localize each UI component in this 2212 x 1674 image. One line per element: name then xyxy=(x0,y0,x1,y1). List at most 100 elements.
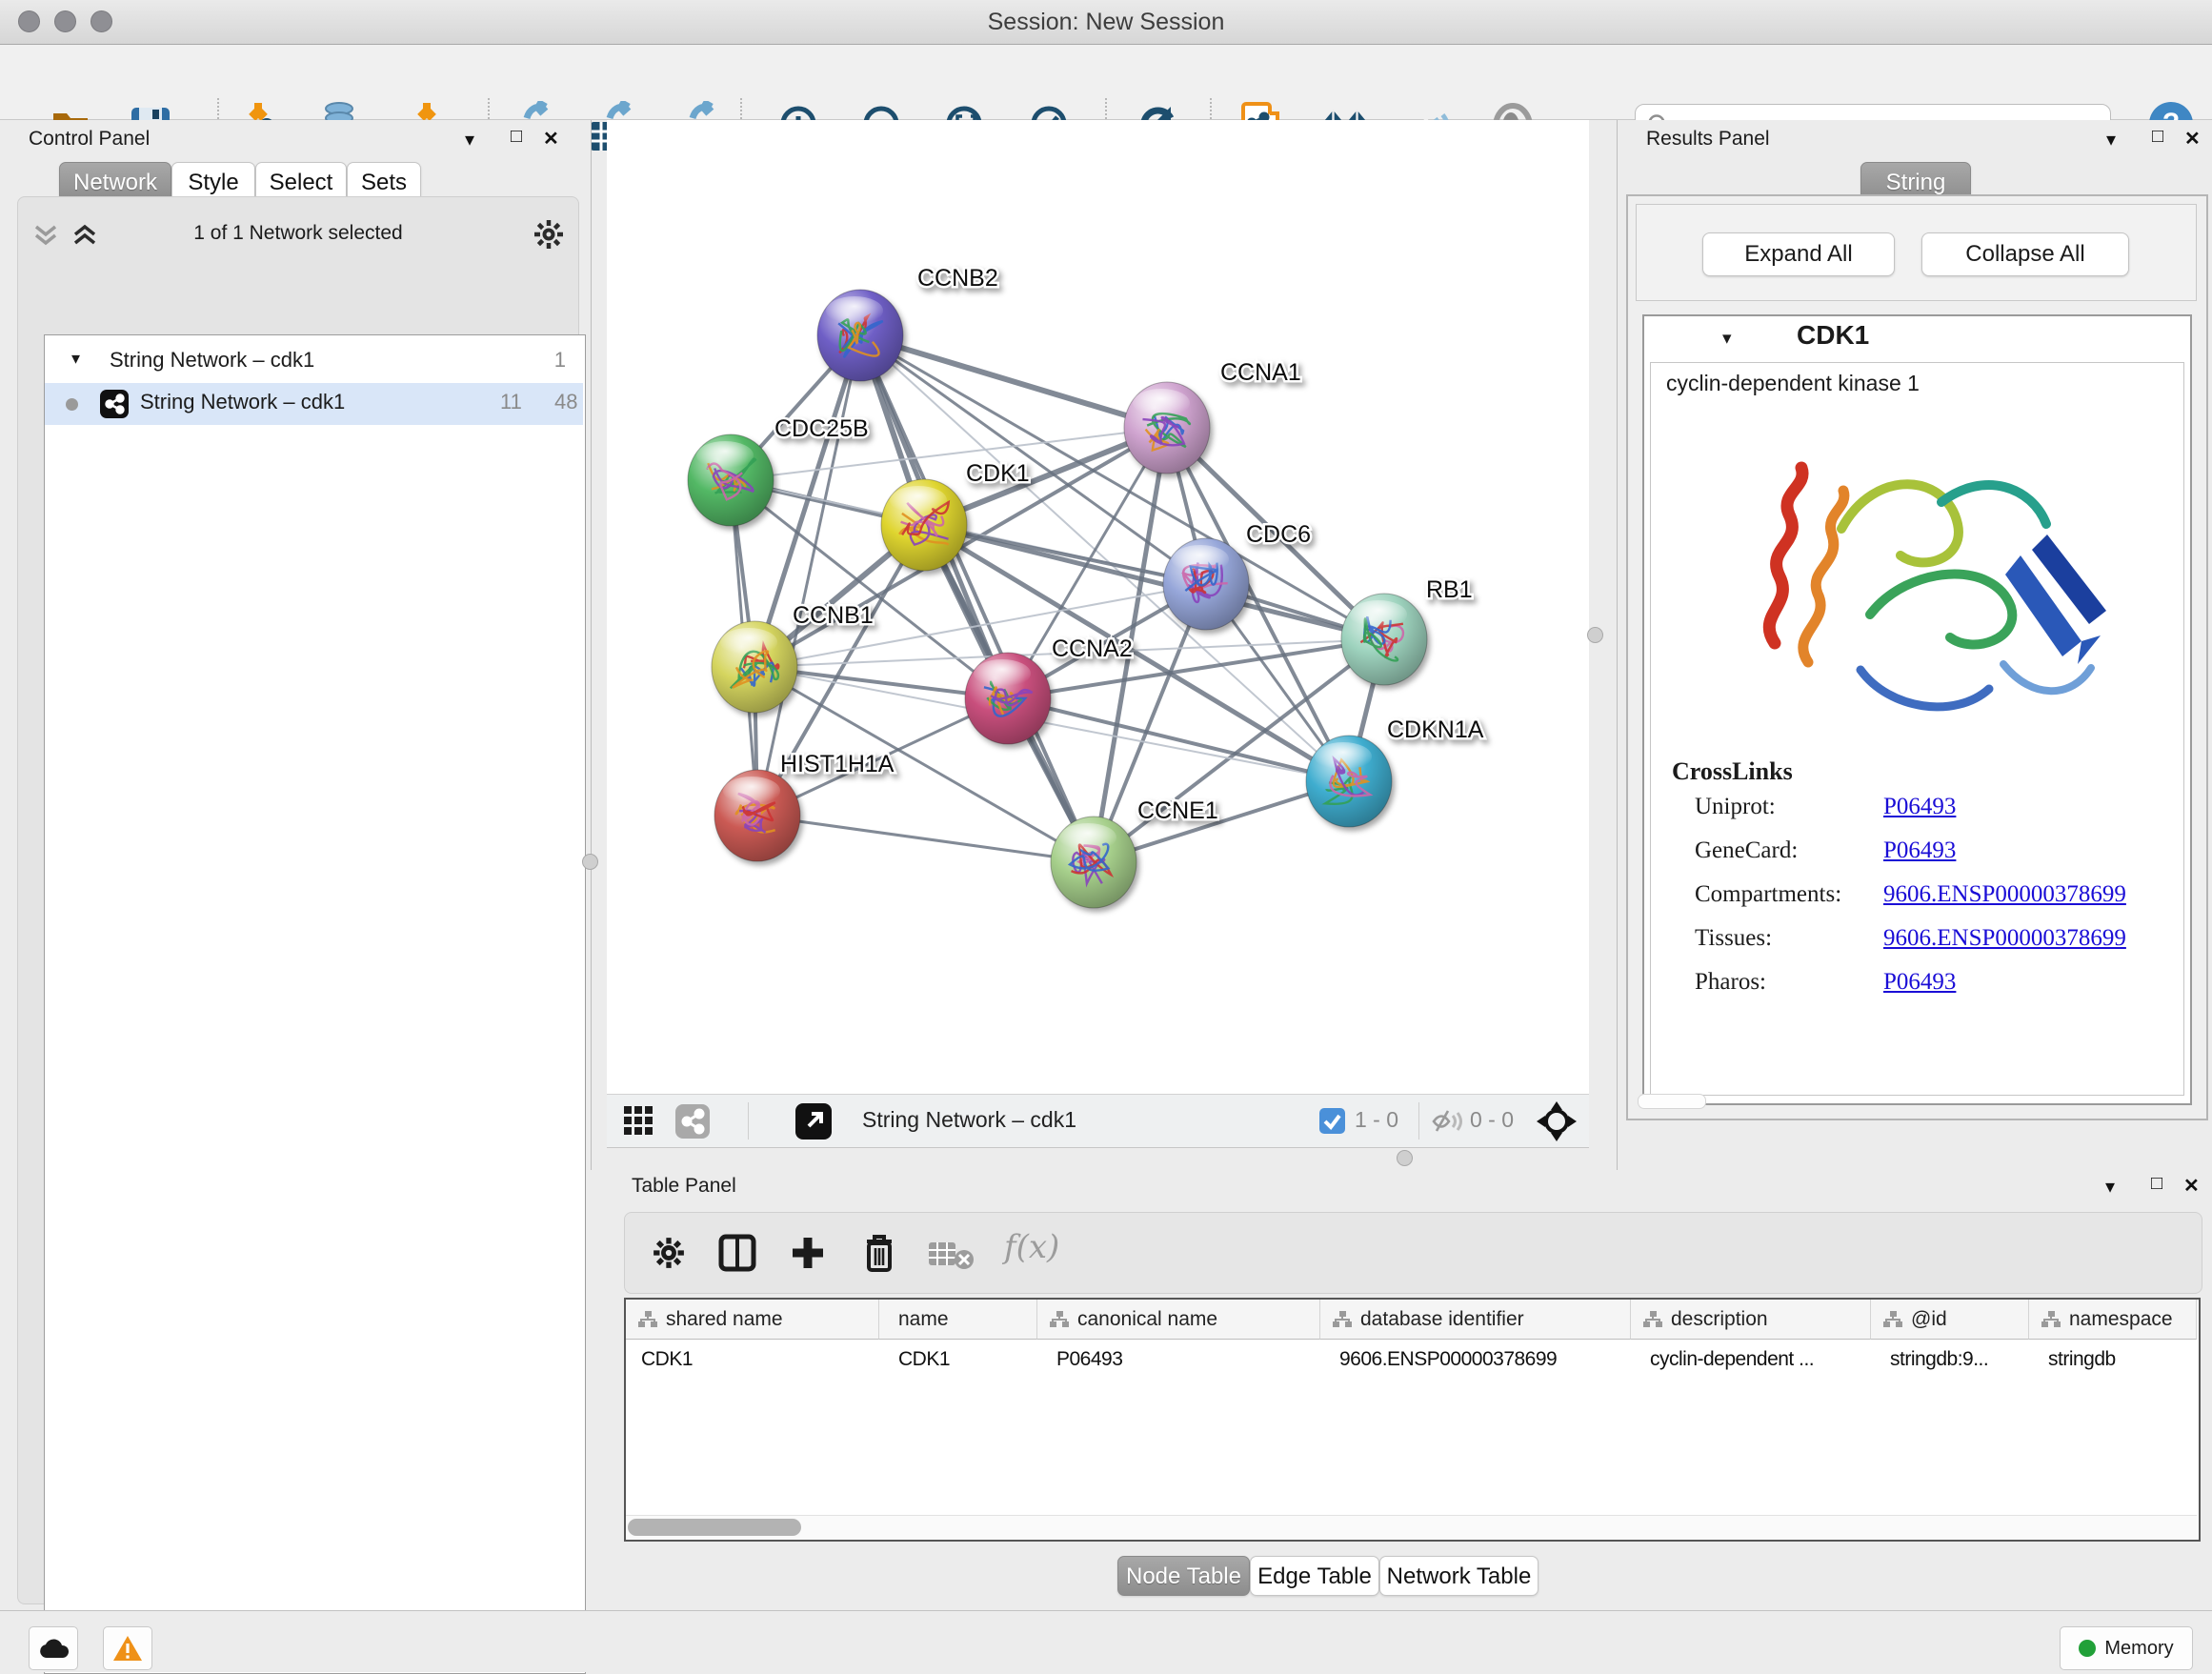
network-node-count: 11 xyxy=(500,390,522,414)
selected-checkbox-icon[interactable] xyxy=(1319,1108,1345,1134)
column-header-label: shared name xyxy=(666,1308,783,1331)
column-header-database-identifier[interactable]: database identifier xyxy=(1320,1300,1631,1340)
column-header-description[interactable]: description xyxy=(1631,1300,1871,1340)
node-label: CDK1 xyxy=(966,460,1030,487)
results-panel-title: Results Panel xyxy=(1646,128,1770,151)
column-header--id[interactable]: @id xyxy=(1871,1300,2029,1340)
node-label: CDC25B xyxy=(774,415,869,442)
share-view-icon[interactable] xyxy=(675,1104,710,1139)
column-header-label: description xyxy=(1671,1308,1768,1331)
protein-collapse-icon[interactable]: ▾ xyxy=(1722,328,1732,350)
create-column-plus-icon[interactable] xyxy=(789,1234,827,1272)
network-graph[interactable]: CCNB2CCNA1CDC25BCDK1CDC6RB1CCNB1CCNA2CDK… xyxy=(607,120,1589,1094)
table-cell[interactable]: CDK1 xyxy=(626,1340,879,1380)
column-header-canonical-name[interactable]: canonical name xyxy=(1037,1300,1320,1340)
column-header-label: name xyxy=(898,1308,949,1331)
column-flowchart-icon xyxy=(2041,1310,2061,1329)
results-panel-close-icon[interactable]: ✕ xyxy=(2184,127,2201,151)
left-splitter-handle[interactable] xyxy=(582,854,598,870)
horizontal-splitter-handle[interactable] xyxy=(1397,1150,1413,1166)
control-panel-menu-icon[interactable]: ▾ xyxy=(465,128,474,151)
crosslink-value-link[interactable]: P06493 xyxy=(1883,969,1956,996)
node-label: CCNA1 xyxy=(1220,359,1301,386)
control-panel-float-icon[interactable]: □ xyxy=(511,126,522,148)
birds-eye-view-icon[interactable] xyxy=(624,1106,654,1137)
table-panel-title: Table Panel xyxy=(632,1175,736,1198)
protein-card: ▾ CDK1 cyclin-dependent kinase 1 xyxy=(1642,314,2192,1105)
string-results-box: Expand All Collapse All ▾ CDK1 cyclin-de… xyxy=(1626,194,2208,1120)
function-builder-button[interactable]: f(x) xyxy=(1004,1228,1059,1266)
node-label: CCNB1 xyxy=(793,602,874,629)
table-cell[interactable]: stringdb xyxy=(2029,1340,2197,1380)
current-network-dot-icon xyxy=(66,398,78,411)
crosslink-value-link[interactable]: 9606.ENSP00000378699 xyxy=(1883,925,2126,952)
crosslink-label: GeneCard: xyxy=(1695,837,1798,864)
toolbar-separator xyxy=(748,1102,749,1140)
tab-network-table[interactable]: Network Table xyxy=(1379,1556,1538,1596)
table-scrollbar-thumb[interactable] xyxy=(628,1519,801,1536)
network-node-cdc25b[interactable]: CDC25B xyxy=(688,415,869,526)
results-panel-menu-icon[interactable]: ▾ xyxy=(2106,128,2116,151)
node-table[interactable]: shared name name canonical namedatabase id… xyxy=(624,1298,2201,1542)
tree-expand-icon[interactable]: ▾ xyxy=(71,349,80,369)
network-node-rb1[interactable]: RB1 xyxy=(1341,576,1473,685)
table-panel-close-icon[interactable]: ✕ xyxy=(2183,1174,2200,1198)
expand-all-button[interactable]: Expand All xyxy=(1702,232,1895,276)
network-node-cdk1[interactable]: CDK1 xyxy=(881,460,1030,571)
results-panel-float-icon[interactable]: □ xyxy=(2152,126,2163,148)
tab-node-table[interactable]: Node Table xyxy=(1117,1556,1250,1596)
node-label: CCNA2 xyxy=(1052,635,1133,662)
table-cell[interactable]: cyclin-dependent ... xyxy=(1631,1340,1871,1380)
table-settings-gear-icon[interactable] xyxy=(652,1236,686,1270)
crosslink-value-link[interactable]: P06493 xyxy=(1883,794,1956,820)
column-header-namespace[interactable]: namespace xyxy=(2029,1300,2197,1340)
network-collection-row[interactable]: ▾ String Network – cdk1 1 xyxy=(45,341,583,383)
delete-table-icon[interactable] xyxy=(928,1240,974,1270)
network-list: ▾ String Network – cdk1 1 String Network… xyxy=(44,334,586,1674)
node-label: CCNE1 xyxy=(1137,797,1218,824)
network-node-cdkn1a[interactable]: CDKN1A xyxy=(1306,716,1484,827)
network-row-selected[interactable]: String Network – cdk1 11 48 xyxy=(45,383,583,425)
network-canvas[interactable]: CCNB2CCNA1CDC25BCDK1CDC6RB1CCNB1CCNA2CDK… xyxy=(607,120,1589,1094)
node-label: CDKN1A xyxy=(1387,716,1484,743)
table-panel-menu-icon[interactable]: ▾ xyxy=(2105,1175,2115,1199)
column-header-label: namespace xyxy=(2069,1308,2173,1331)
network-edge-count: 48 xyxy=(554,390,577,414)
right-splitter-handle[interactable] xyxy=(1587,627,1603,643)
selected-count: 1 - 0 xyxy=(1355,1107,1398,1133)
cloud-button[interactable] xyxy=(29,1626,78,1670)
column-header-shared-name[interactable]: shared name xyxy=(626,1300,879,1340)
crosslink-value-link[interactable]: 9606.ENSP00000378699 xyxy=(1883,881,2126,908)
table-panel-float-icon[interactable]: □ xyxy=(2151,1173,2162,1195)
gear-icon[interactable] xyxy=(533,218,565,251)
memory-button[interactable]: Memory xyxy=(2060,1626,2193,1670)
warning-icon xyxy=(112,1635,143,1662)
table-cell[interactable]: P06493 xyxy=(1037,1340,1320,1380)
open-in-new-window-icon[interactable] xyxy=(795,1103,832,1140)
network-node-ccna1[interactable]: CCNA1 xyxy=(1124,359,1301,474)
status-bar: Memory xyxy=(0,1610,2212,1672)
table-cell[interactable]: CDK1 xyxy=(879,1340,1037,1380)
table-cell[interactable]: 9606.ENSP00000378699 xyxy=(1320,1340,1631,1380)
column-header-name[interactable]: name xyxy=(879,1300,1037,1340)
cloud-icon xyxy=(38,1638,69,1659)
warnings-button[interactable] xyxy=(103,1626,152,1670)
table-cell[interactable]: stringdb:9... xyxy=(1871,1340,2029,1380)
results-scrollbar-thumb[interactable] xyxy=(1638,1094,1706,1109)
network-node-ccne1[interactable]: CCNE1 xyxy=(1051,797,1218,908)
tab-edge-table[interactable]: Edge Table xyxy=(1250,1556,1379,1596)
show-columns-icon[interactable] xyxy=(718,1234,756,1272)
crosslink-label: Uniprot: xyxy=(1695,794,1776,820)
fit-selected-crosshair-icon[interactable] xyxy=(1537,1101,1577,1141)
table-horizontal-scrollbar[interactable] xyxy=(626,1515,2197,1539)
control-panel-close-icon[interactable]: ✕ xyxy=(543,127,559,151)
delete-column-trash-icon[interactable] xyxy=(861,1232,897,1274)
network-node-hist1h1a[interactable]: HIST1H1A xyxy=(714,751,895,861)
table-panel: Table Panel ▾ □ ✕ f(x) shared name name ca… xyxy=(591,1170,2212,1608)
crosslink-value-link[interactable]: P06493 xyxy=(1883,837,1956,864)
column-flowchart-icon xyxy=(1642,1310,1663,1329)
protein-description: cyclin-dependent kinase 1 xyxy=(1666,371,1920,396)
column-flowchart-icon xyxy=(1332,1310,1353,1329)
table-toolbar: f(x) xyxy=(624,1212,2202,1294)
collapse-all-button[interactable]: Collapse All xyxy=(1921,232,2129,276)
